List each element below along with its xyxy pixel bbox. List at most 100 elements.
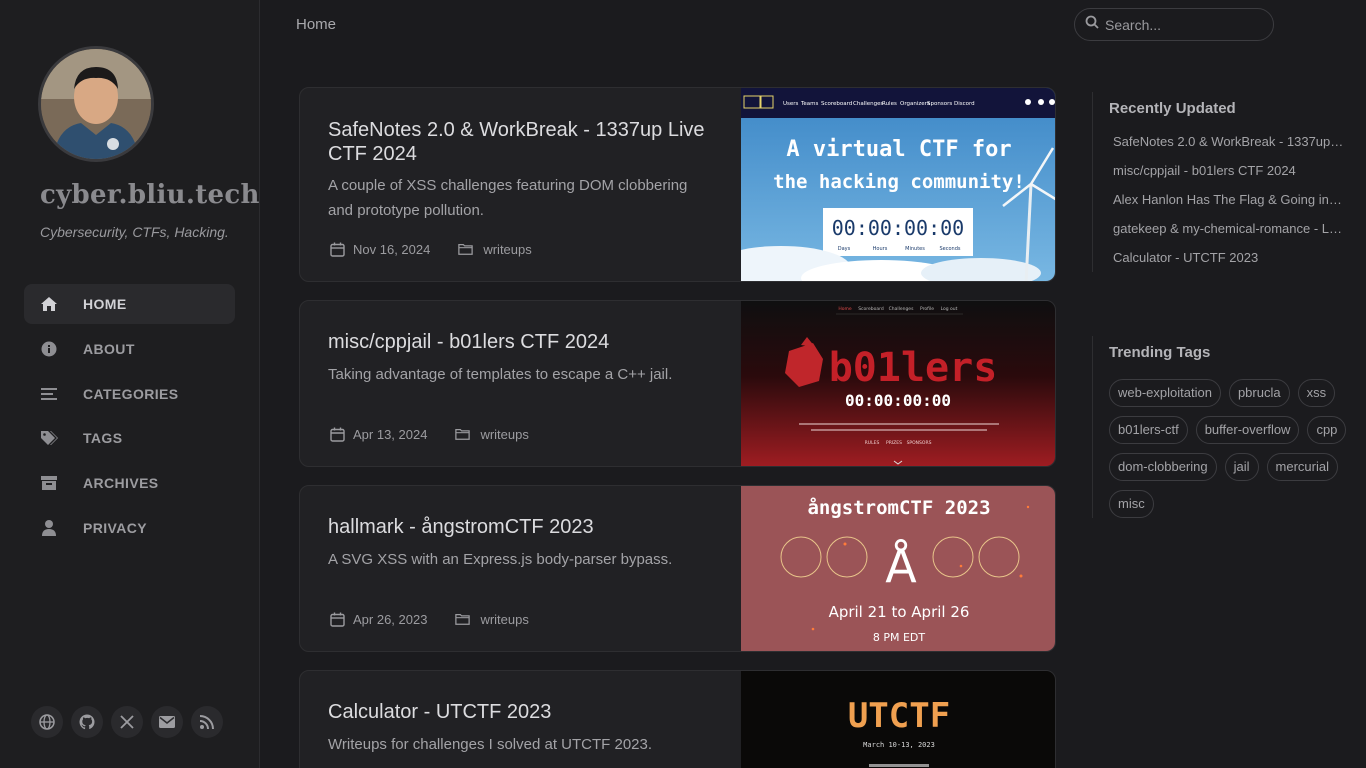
sidebar-item-archives[interactable]: ARCHIVES <box>24 463 235 503</box>
post-title[interactable]: hallmark - ångstromCTF 2023 <box>328 515 728 539</box>
sidebar-item-label: ARCHIVES <box>83 475 159 492</box>
tag-chip[interactable]: misc <box>1109 490 1154 518</box>
x-icon[interactable] <box>111 706 143 738</box>
globe-icon[interactable] <box>31 706 63 738</box>
thumb-unit: Days <box>838 246 851 252</box>
sidebar-item-label: HOME <box>83 296 127 312</box>
post-card[interactable]: misc/cppjail - b01lers CTF 2024 Taking a… <box>299 300 1056 467</box>
post-card[interactable]: SafeNotes 2.0 & WorkBreak - 1337up Live … <box>299 87 1056 282</box>
thumb-headline: A virtual CTF for <box>786 137 1011 162</box>
user-icon <box>40 519 58 537</box>
post-title[interactable]: SafeNotes 2.0 & WorkBreak - 1337up Live … <box>328 118 728 166</box>
sidebar-item-label: PRIVACY <box>83 519 147 536</box>
post-card[interactable]: hallmark - ångstromCTF 2023 A SVG XSS wi… <box>299 485 1056 652</box>
recently-updated-list: SafeNotes 2.0 & WorkBreak - 1337up Live … <box>1109 127 1345 272</box>
trending-tags-heading: Trending Tags <box>1109 344 1211 361</box>
post-card[interactable]: Calculator - UTCTF 2023 Writeups for cha… <box>299 670 1056 768</box>
thumb-button: RULES <box>865 440 880 446</box>
tag-chip[interactable]: cpp <box>1307 416 1347 444</box>
tag-chip[interactable]: xss <box>1297 379 1336 407</box>
email-icon[interactable] <box>151 706 183 738</box>
list-icon <box>40 385 58 403</box>
sidebar-item-home[interactable]: HOME <box>24 284 235 324</box>
thumb-nav-item: Challenges <box>853 101 883 107</box>
tag-chip[interactable]: b01lers-ctf <box>1109 416 1188 444</box>
sidebar-item-privacy[interactable]: PRIVACY <box>24 508 235 548</box>
archive-icon <box>40 474 58 492</box>
post-description: Writeups for challenges I solved at UTCT… <box>328 736 653 753</box>
thumb-dates: April 21 to April 26 <box>829 603 970 621</box>
thumb-symbol: Å <box>885 539 917 593</box>
thumb-time: 8 PM EDT <box>873 631 926 644</box>
info-icon <box>40 340 58 358</box>
post-date: Apr 13, 2024 <box>353 427 428 442</box>
sidebar-item-label: TAGS <box>83 430 123 447</box>
recent-post-link[interactable]: gatekeep & my-chemical-romance - LA CTF … <box>1109 214 1345 243</box>
recent-post-link[interactable]: SafeNotes 2.0 & WorkBreak - 1337up Live … <box>1109 127 1345 156</box>
thumb-logo: UTCTF <box>848 696 950 736</box>
breadcrumb: Home <box>296 16 337 33</box>
tag-list: web-exploitation pbrucla xss b01lers-ctf… <box>1109 379 1349 518</box>
folder-icon <box>455 612 471 627</box>
thumb-dates: March 10-13, 2023 <box>863 741 935 749</box>
social-links <box>31 706 223 738</box>
recently-updated-panel: Recently Updated SafeNotes 2.0 & WorkBre… <box>1092 92 1345 272</box>
tag-chip[interactable]: pbrucla <box>1228 379 1290 407</box>
thumb-button: PRIZES <box>886 440 902 446</box>
trending-tags-panel: Trending Tags web-exploitation pbrucla x… <box>1092 336 1349 518</box>
post-meta: Apr 13, 2024 writeups <box>330 427 529 442</box>
thumb-unit: Minutes <box>905 246 925 252</box>
avatar[interactable] <box>38 46 154 162</box>
sidebar-item-categories[interactable]: CATEGORIES <box>24 374 235 414</box>
thumb-nav-item: Teams <box>800 101 819 107</box>
thumb-nav-item: Organizers <box>900 101 930 107</box>
sidebar-item-label: ABOUT <box>83 340 135 357</box>
thumb-nav-item: Scoreboard <box>821 101 852 107</box>
tag-chip[interactable]: buffer-overflow <box>1195 416 1300 444</box>
post-title[interactable]: Calculator - UTCTF 2023 <box>328 700 728 724</box>
tags-icon <box>40 429 58 447</box>
calendar-icon <box>330 242 345 257</box>
thumb-nav-item: Users <box>783 101 799 107</box>
post-meta: Nov 16, 2024 writeups <box>330 242 532 257</box>
thumb-countdown: 00:00:00:00 <box>845 391 951 410</box>
tag-chip[interactable]: mercurial <box>1266 453 1338 481</box>
post-category[interactable]: writeups <box>480 427 528 442</box>
tag-chip[interactable]: web-exploitation <box>1109 379 1221 407</box>
thumb-nav-item: Challenges <box>889 306 914 312</box>
thumb-headline: ångstromCTF 2023 <box>807 495 990 519</box>
post-title[interactable]: misc/cppjail - b01lers CTF 2024 <box>328 330 728 354</box>
thumb-logo: b01lers <box>829 345 998 391</box>
folder-icon <box>458 242 474 257</box>
post-description: A couple of XSS challenges featuring DOM… <box>328 177 688 219</box>
site-subtitle: Cybersecurity, CTFs, Hacking. <box>40 224 229 240</box>
sidebar: cyber.bliu.tech Cybersecurity, CTFs, Hac… <box>0 0 260 768</box>
site-title[interactable]: cyber.bliu.tech <box>40 180 260 210</box>
calendar-icon <box>330 612 345 627</box>
post-date: Nov 16, 2024 <box>353 242 431 257</box>
home-icon <box>40 295 58 313</box>
sidebar-item-tags[interactable]: TAGS <box>24 418 235 458</box>
post-thumbnail: UTCTF March 10-13, 2023 <box>741 671 1055 768</box>
post-category[interactable]: writeups <box>483 242 531 257</box>
thumb-button: SPONSORS <box>907 440 932 446</box>
recent-post-link[interactable]: misc/cppjail - b01lers CTF 2024 <box>1109 156 1345 185</box>
thumb-nav-item: Home <box>838 306 852 312</box>
folder-icon <box>455 427 471 442</box>
recent-post-link[interactable]: Alex Hanlon Has The Flag & Going in Blin… <box>1109 185 1345 214</box>
search-input[interactable] <box>1105 16 1265 33</box>
tag-chip[interactable]: dom-clobbering <box>1109 453 1217 481</box>
tag-chip[interactable]: jail <box>1224 453 1259 481</box>
rss-icon[interactable] <box>191 706 223 738</box>
recent-post-link[interactable]: Calculator - UTCTF 2023 <box>1109 243 1345 272</box>
thumb-unit: Hours <box>873 246 888 252</box>
calendar-icon <box>330 427 345 442</box>
post-meta: Apr 26, 2023 writeups <box>330 612 529 627</box>
post-category[interactable]: writeups <box>480 612 528 627</box>
post-date: Apr 26, 2023 <box>353 612 428 627</box>
post-description: Taking advantage of templates to escape … <box>328 366 673 383</box>
search-box[interactable] <box>1074 8 1274 41</box>
sidebar-item-label: CATEGORIES <box>83 385 179 402</box>
sidebar-item-about[interactable]: ABOUT <box>24 329 235 369</box>
github-icon[interactable] <box>71 706 103 738</box>
